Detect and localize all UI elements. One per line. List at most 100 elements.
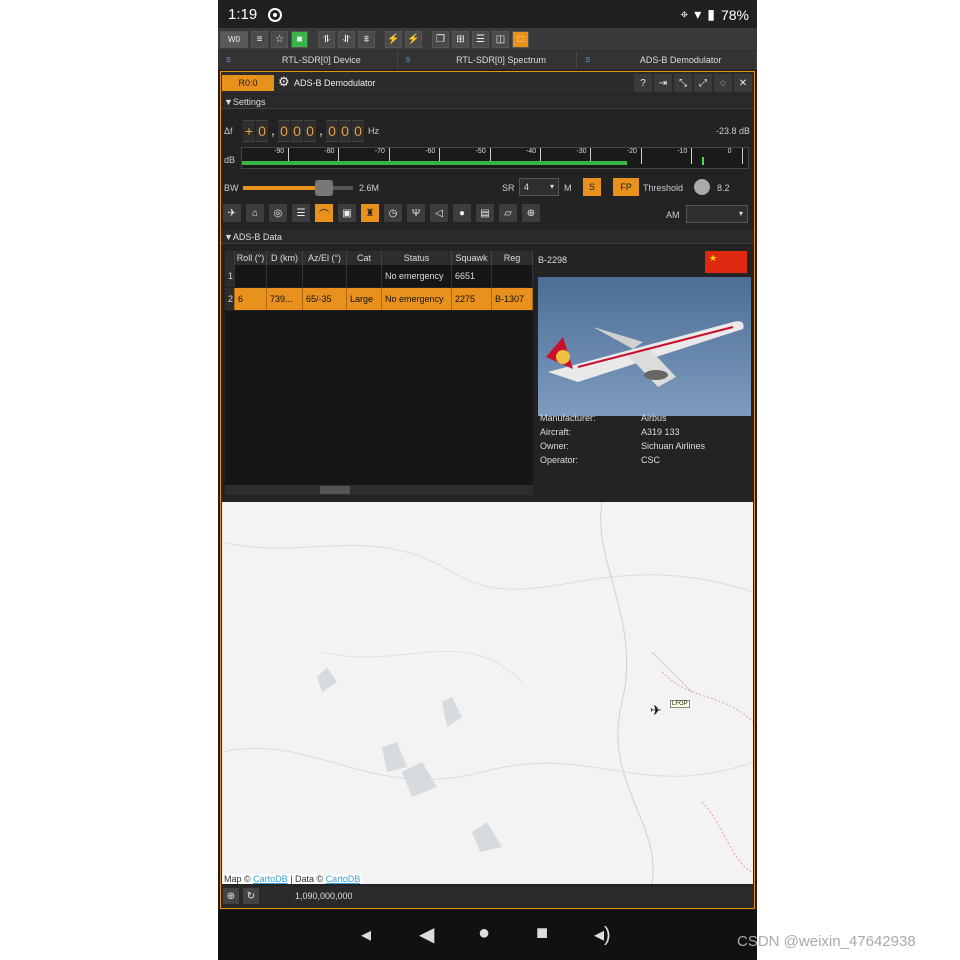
table-row[interactable]: 2 6 739... 65/-35 Large No emergency 227… xyxy=(225,288,533,311)
digit[interactable]: 0 xyxy=(352,120,364,142)
column-header[interactable]: Cat xyxy=(347,251,382,265)
digit[interactable]: 0 xyxy=(291,120,303,142)
fp-button[interactable]: FP xyxy=(613,178,639,196)
shrink-icon[interactable]: ⤡ xyxy=(674,74,692,92)
row-index: 2 xyxy=(225,288,235,310)
maximize-icon[interactable]: ⤢ xyxy=(694,74,712,92)
star-icon[interactable]: ☆ xyxy=(271,30,288,48)
table-row[interactable]: 1 No emergency 6651 xyxy=(225,265,533,288)
tab-demodulator-label: ADS-B Demodulator xyxy=(639,55,722,65)
refresh-icon[interactable]: ↻ xyxy=(243,888,259,904)
channel-index-badge[interactable]: R0:0 xyxy=(222,75,274,91)
list-icon[interactable]: ☰ xyxy=(292,204,310,222)
move-icon[interactable]: ⇥ xyxy=(654,74,672,92)
back-icon[interactable]: ◀ xyxy=(419,922,434,947)
hide-icon[interactable]: ◌ xyxy=(714,74,732,92)
antenna-icon[interactable]: Ψ xyxy=(407,204,425,222)
gear-icon[interactable]: ⚙ xyxy=(278,74,290,90)
table-horizontal-scrollbar[interactable] xyxy=(225,485,533,495)
digit[interactable]: 0 xyxy=(339,120,351,142)
split-icon[interactable]: ◫ xyxy=(492,30,509,48)
meter-tick-label: -10 xyxy=(677,148,688,155)
digit-sign[interactable]: + xyxy=(243,120,255,142)
am-label: AM xyxy=(666,210,680,220)
cartodb-link[interactable]: CartoDB xyxy=(253,874,288,884)
feature2-icon[interactable]: ⚡ xyxy=(405,30,422,48)
add-icon[interactable]: ⊕ xyxy=(223,888,239,904)
airplane-icon[interactable]: ✈ xyxy=(223,204,241,222)
curve-icon[interactable]: ⌒ xyxy=(315,204,333,222)
meter-tick-label: -60 xyxy=(425,148,436,155)
am-select[interactable] xyxy=(686,205,748,223)
cascade-icon[interactable]: ❐ xyxy=(432,30,449,48)
phone-screen: 1:19 ⌖ ▾ ▮ 78% W0 ≡ ☆ ■ ⥮ ⥯ ⩨ ⚡ ⚡ ❐ ⊞ ☰ … xyxy=(218,0,757,960)
android-nav-bar: ◂ ◀ ● ■ ◂) xyxy=(218,910,757,960)
cartodb-data-link[interactable]: CartoDB xyxy=(326,874,361,884)
speaker-icon[interactable]: ◁ xyxy=(430,204,448,222)
panel-title-bar: R0:0 ⚙ ADS-B Demodulator ? ⇥ ⤡ ⤢ ◌ ✕ xyxy=(221,72,754,94)
save-icon[interactable]: ▤ xyxy=(476,204,494,222)
bandwidth-slider-handle[interactable] xyxy=(315,180,333,196)
sr-label: SR xyxy=(502,183,515,193)
dots-icon[interactable]: ● xyxy=(453,204,471,222)
s-button[interactable]: S xyxy=(583,178,601,196)
tab-spectrum[interactable]: S RTL-SDR[0] Spectrum xyxy=(397,51,578,69)
bandwidth-slider[interactable] xyxy=(243,180,353,196)
close-icon[interactable]: ✕ xyxy=(734,74,752,92)
menu-icon[interactable]: ≡ xyxy=(251,30,268,48)
column-header[interactable]: Status xyxy=(382,251,452,265)
digit[interactable]: 0 xyxy=(278,120,290,142)
airport-icon[interactable]: ⌂ xyxy=(246,204,264,222)
column-header[interactable]: Squawk xyxy=(452,251,492,265)
aircraft-marker-icon[interactable]: ✈ xyxy=(650,702,662,719)
clock-icon[interactable]: ◷ xyxy=(384,204,402,222)
scrollbar-thumb[interactable] xyxy=(320,486,350,494)
column-header[interactable]: Roll (°) xyxy=(235,251,267,265)
add-tx-icon[interactable]: ⥯ xyxy=(338,30,355,48)
digit[interactable]: 0 xyxy=(304,120,316,142)
column-header[interactable]: D (km) xyxy=(267,251,303,265)
operator-label: Operator: xyxy=(540,455,579,465)
feature-icon[interactable]: ⚡ xyxy=(385,30,402,48)
battery-icon: ▮ xyxy=(707,6,715,22)
map-view[interactable]: ✈ LFGP Map © CartoDB | Data © CartoDB xyxy=(222,502,753,884)
help-icon[interactable]: ? xyxy=(634,74,652,92)
digit[interactable]: 0 xyxy=(326,120,338,142)
stack-icon[interactable]: ☰ xyxy=(472,30,489,48)
home-icon[interactable]: ● xyxy=(478,922,490,945)
coverage-icon[interactable]: ◎ xyxy=(269,204,287,222)
aircraft-marker-label: LFGP xyxy=(670,700,690,708)
tab-device[interactable]: S RTL-SDR[0] Device xyxy=(218,51,398,69)
adsb-data-section-label: ADS-B Data xyxy=(232,232,282,242)
bandwidth-slider-fill xyxy=(243,186,326,190)
frequency-offset-dial[interactable]: + 0 , 0 0 0 , 0 0 0 xyxy=(243,120,364,142)
meter-tick xyxy=(741,148,743,164)
image-icon[interactable]: ▣ xyxy=(338,204,356,222)
workspace-button[interactable]: W0 xyxy=(220,30,248,48)
tile-icon[interactable]: ⊞ xyxy=(452,30,469,48)
target-icon[interactable]: ⊕ xyxy=(522,204,540,222)
column-header[interactable]: Az/El (°) xyxy=(303,251,347,265)
stop-icon[interactable]: ■ xyxy=(291,30,308,48)
aircraft-registration: B-2298 xyxy=(538,255,568,265)
meter-tick-label: -50 xyxy=(475,148,486,155)
table-cell xyxy=(267,265,303,287)
settings-section-header[interactable]: ▼Settings xyxy=(221,95,754,109)
add-rx-icon[interactable]: ⥮ xyxy=(318,30,335,48)
fullscreen-icon[interactable]: □ xyxy=(512,30,529,48)
recents-icon[interactable]: ■ xyxy=(536,922,548,945)
add-mimo-icon[interactable]: ⩨ xyxy=(358,30,375,48)
volume-up-icon[interactable]: ◂) xyxy=(594,922,611,947)
column-header[interactable]: Reg xyxy=(492,251,533,265)
digit-separator: , xyxy=(319,122,323,138)
adsb-data-section-header[interactable]: ▼ADS-B Data xyxy=(221,230,754,244)
open-icon[interactable]: ▱ xyxy=(499,204,517,222)
volume-down-icon[interactable]: ◂ xyxy=(361,922,371,947)
tab-demodulator[interactable]: S ADS-B Demodulator xyxy=(577,51,757,69)
sample-rate-select[interactable]: 4 xyxy=(519,178,559,196)
tower-icon[interactable]: ♜ xyxy=(361,204,379,222)
digit[interactable]: 0 xyxy=(256,120,268,142)
threshold-dial[interactable] xyxy=(694,179,710,195)
meter-tick-label: -80 xyxy=(324,148,335,155)
adsb-panel: R0:0 ⚙ ADS-B Demodulator ? ⇥ ⤡ ⤢ ◌ ✕ ▼Se… xyxy=(220,71,755,909)
